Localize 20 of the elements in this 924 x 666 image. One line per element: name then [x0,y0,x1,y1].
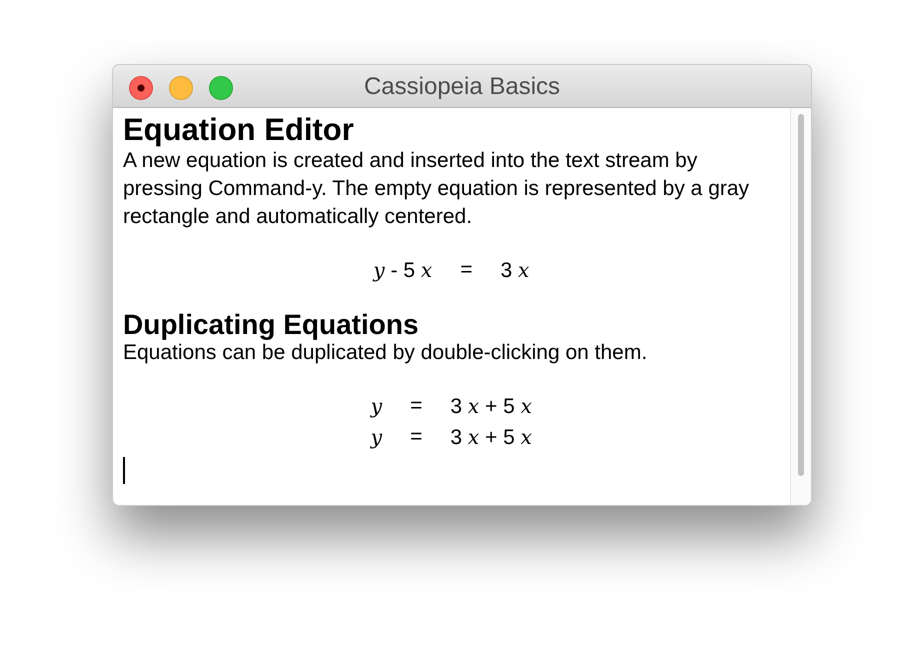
equals-sign[interactable]: = [460,254,472,286]
equation-left-side[interactable]: y - 5 x [373,254,432,286]
equals-sign[interactable]: = [410,390,422,422]
equation-right-side[interactable]: 3 x [500,254,530,286]
close-button[interactable] [129,76,153,100]
equation-left-side[interactable]: y [370,390,382,422]
scrollbar-thumb[interactable] [798,114,804,476]
paragraph: A new equation is created and inserted into the text stream by pressing Command-y. The empty equation is represented by a gray rectangle and automatically centered. [123,148,750,230]
section-heading: Duplicating Equations [123,310,420,339]
minimize-button[interactable] [169,76,193,100]
text-cursor [123,456,125,484]
equation-right-side[interactable]: 3 x + 5 x [450,422,532,453]
section-heading: Equation Editor [123,114,355,147]
equation-left-side[interactable]: y [370,422,382,453]
zoom-button[interactable] [209,76,233,100]
window-title: Cassiopeia Basics [364,73,560,100]
paragraph: Equations can be duplicated by double-clicking on them. [123,340,648,366]
equation-right-side[interactable]: 3 x + 5 x [450,390,532,422]
scrollbar[interactable] [790,108,811,505]
equals-sign[interactable]: = [410,422,422,453]
